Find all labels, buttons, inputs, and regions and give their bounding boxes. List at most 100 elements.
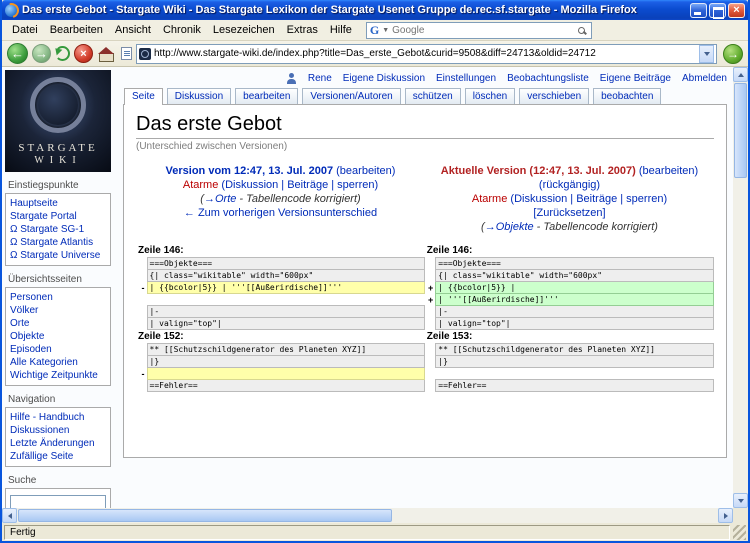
current-user-link[interactable]: Atarme — [472, 193, 507, 205]
tab-bearbeiten[interactable]: bearbeiten — [235, 88, 298, 104]
diff-cell-ctx: |} — [147, 356, 425, 368]
menu-item-extras[interactable]: Extras — [281, 22, 324, 38]
sidebar-item-stargate-sg-1[interactable]: Ω Stargate SG-1 — [10, 223, 106, 236]
sidebar-item-v-lker[interactable]: Völker — [10, 304, 106, 317]
diff-cell-ctx: {| class="wikitable" width="600px" — [436, 270, 714, 282]
sidebar-item-personen[interactable]: Personen — [10, 291, 106, 304]
sidebar-item-zuf-llige-seite[interactable]: Zufällige Seite — [10, 450, 106, 463]
minimize-button[interactable] — [690, 3, 707, 18]
sidebar-item-wichtige-zeitpunkte[interactable]: Wichtige Zeitpunkte — [10, 369, 106, 382]
menu-item-chronik[interactable]: Chronik — [157, 22, 207, 38]
diff-line-number: Zeile 152: — [136, 330, 425, 344]
page-title: Das erste Gebot — [136, 113, 714, 139]
horizontal-scroll-track[interactable] — [17, 508, 718, 523]
diff-cell-ctx: ** [[Schutzschildgenerator des Planeten … — [436, 344, 714, 356]
back-button[interactable]: ← — [7, 43, 28, 64]
page-icon[interactable] — [121, 47, 132, 60]
wiki-main-column: Rene Eigene Diskussion Einstellungen Beobac… — [118, 70, 733, 508]
sidebar-item-diskussionen[interactable]: Diskussionen — [10, 424, 106, 437]
old-edit-link[interactable]: (bearbeiten) — [336, 165, 395, 177]
menu-item-ansicht[interactable]: Ansicht — [109, 22, 157, 38]
url-history-dropdown[interactable] — [699, 45, 714, 63]
tab-l-schen[interactable]: löschen — [465, 88, 515, 104]
menu-item-datei[interactable]: Datei — [6, 22, 44, 38]
scroll-left-button[interactable] — [2, 508, 17, 523]
horizontal-scroll-thumb[interactable] — [18, 509, 392, 522]
browser-window: Das erste Gebot - Stargate Wiki - Das St… — [0, 0, 750, 543]
sidebar-search-input[interactable] — [10, 495, 106, 508]
undo-link[interactable]: (rückgängig) — [539, 179, 600, 191]
personal-link-einstellungen[interactable]: Einstellungen — [436, 73, 496, 84]
horizontal-scrollbar[interactable] — [2, 508, 748, 523]
menu-item-bearbeiten[interactable]: Bearbeiten — [44, 22, 109, 38]
forward-button[interactable]: → — [32, 44, 51, 63]
personal-link-eigene-diskussion[interactable]: Eigene Diskussion — [343, 73, 425, 84]
diff-row: -| {{bcolor|5}} | '''[[Außerirdische]]''… — [136, 282, 714, 294]
logo-text-line1: STARGATE — [18, 142, 97, 154]
vertical-scroll-track[interactable] — [733, 82, 748, 493]
old-summary-text: - Tabellencode korrigiert) — [236, 193, 360, 205]
old-version-link[interactable]: Version vom 12:47, 13. Jul. 2007 — [166, 165, 334, 177]
personal-link-rene[interactable]: Rene — [308, 73, 332, 84]
tab-verschieben[interactable]: verschieben — [519, 88, 589, 104]
menu-item-hilfe[interactable]: Hilfe — [324, 22, 358, 38]
sidebar-item-stargate-universe[interactable]: Ω Stargate Universe — [10, 249, 106, 262]
sidebar-item-orte[interactable]: Orte — [10, 317, 106, 330]
tab-beobachten[interactable]: beobachten — [593, 88, 661, 104]
stop-button[interactable]: × — [74, 44, 93, 63]
sidebar-item-letzte-nderungen[interactable]: Letzte Änderungen — [10, 437, 106, 450]
sidebar-item-episoden[interactable]: Episoden — [10, 343, 106, 356]
current-section-link[interactable]: →Objekte — [485, 221, 534, 233]
wiki-logo[interactable]: STARGATE WIKI — [5, 70, 111, 172]
personal-link-eigene-beitr-ge[interactable]: Eigene Beiträge — [600, 73, 671, 84]
reload-button[interactable] — [55, 46, 70, 61]
diff-cell-ctx: |- — [436, 306, 714, 318]
sidebar-item-alle-kategorien[interactable]: Alle Kategorien — [10, 356, 106, 369]
address-bar[interactable] — [136, 44, 717, 64]
scroll-right-button[interactable] — [718, 508, 733, 523]
previous-diff-link[interactable]: ← Zum vorherigen Versionsunterschied — [184, 207, 377, 219]
search-bar[interactable]: G ▼ — [366, 22, 592, 39]
web-search-input[interactable] — [392, 25, 575, 36]
diff-line-number: Zeile 146: — [425, 244, 714, 258]
tab-seite[interactable]: Seite — [124, 88, 163, 105]
sidebar-item-objekte[interactable]: Objekte — [10, 330, 106, 343]
vertical-scrollbar[interactable] — [733, 67, 748, 508]
old-user-link[interactable]: Atarme — [183, 179, 218, 191]
diff-marker — [425, 380, 436, 392]
scroll-down-button[interactable] — [733, 493, 748, 508]
maximize-button[interactable] — [709, 3, 726, 18]
scroll-up-button[interactable] — [733, 67, 748, 82]
menu-item-lesezeichen[interactable]: Lesezeichen — [207, 22, 281, 38]
sidebar-item-stargate-atlantis[interactable]: Ω Stargate Atlantis — [10, 236, 106, 249]
url-input[interactable] — [154, 48, 696, 59]
rollback-link[interactable]: [Zurücksetzen] — [533, 207, 605, 219]
portlet-heading-einstiegspunkte: Einstiegspunkte — [5, 180, 111, 191]
diff-line-number: Zeile 146: — [136, 244, 425, 258]
search-engine-dropdown-icon[interactable]: ▼ — [382, 27, 389, 34]
diff-cell-ctx: | valign="top"| — [436, 318, 714, 330]
tab-diskussion[interactable]: Diskussion — [167, 88, 231, 104]
current-edit-link[interactable]: (bearbeiten) — [639, 165, 698, 177]
old-section-link[interactable]: →Orte — [204, 193, 236, 205]
tab-sch-tzen[interactable]: schützen — [405, 88, 461, 104]
sidebar-item-hauptseite[interactable]: Hauptseite — [10, 197, 106, 210]
titlebar[interactable]: Das erste Gebot - Stargate Wiki - Das St… — [2, 0, 748, 20]
magnifier-icon[interactable] — [578, 27, 585, 34]
tab-versionen-autoren[interactable]: Versionen/Autoren — [302, 88, 400, 104]
personal-link-abmelden[interactable]: Abmelden — [682, 73, 727, 84]
diff-cell-ctx: {| class="wikitable" width="600px" — [147, 270, 425, 282]
close-button[interactable]: × — [728, 3, 745, 18]
personal-link-beobachtungsliste[interactable]: Beobachtungsliste — [507, 73, 589, 84]
sidebar-item-hilfe-handbuch[interactable]: Hilfe - Handbuch — [10, 411, 106, 424]
home-button[interactable] — [99, 53, 114, 62]
current-user-tools[interactable]: (Diskussion | Beiträge | sperren) — [510, 193, 667, 205]
go-button[interactable]: → — [723, 44, 743, 64]
statusbar: Fertig — [2, 523, 748, 541]
old-user-tools[interactable]: (Diskussion | Beiträge | sperren) — [221, 179, 378, 191]
vertical-scroll-thumb[interactable] — [734, 83, 747, 178]
sidebar-item-stargate-portal[interactable]: Stargate Portal — [10, 210, 106, 223]
resize-grip[interactable] — [733, 525, 746, 540]
diff-cell-ctx: ==Fehler== — [436, 380, 714, 392]
diff-marker — [425, 368, 436, 380]
